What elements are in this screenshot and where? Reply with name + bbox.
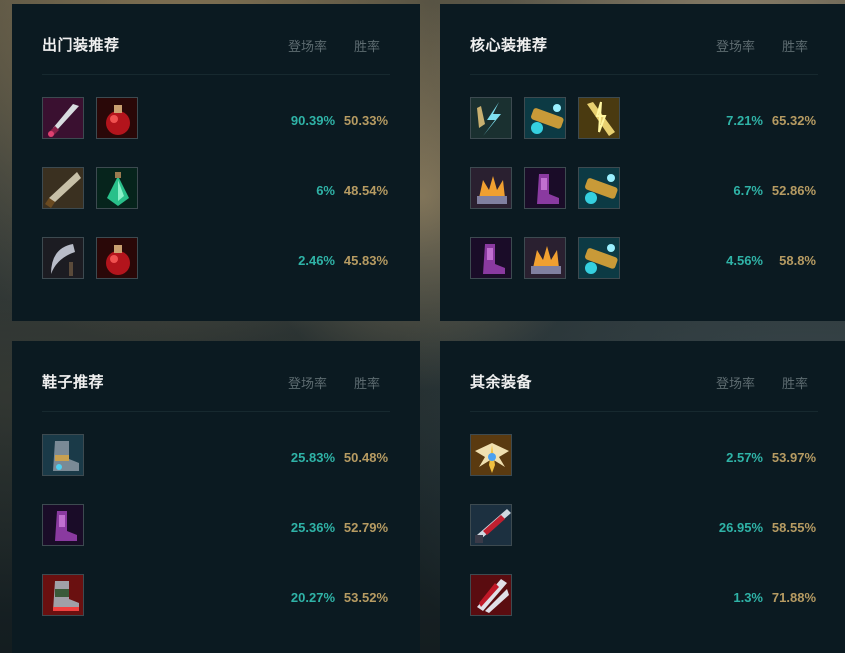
build-row[interactable]: 4.56% 58.8% [470,237,818,281]
win-rate-header: 胜率 [781,39,808,54]
core-items-panel: 核心装推荐 登场率 胜率 7.21% 65.32% 6.7% 52.86% 4.… [440,4,845,321]
win-rate-header: 胜率 [353,376,380,391]
panel-header: 鞋子推荐 登场率 胜率 [42,341,390,412]
pick-rate: 6% [316,183,335,198]
win-rate: 52.79% [343,520,388,535]
pick-rate: 90.39% [290,113,335,128]
win-rate: 65.32% [771,113,816,128]
cannon-icon[interactable] [578,167,620,209]
build-row[interactable]: 2.57% 53.97% [470,434,818,478]
boots-panel: 鞋子推荐 登场率 胜率 25.83% 50.48% 25.36% 52.79% … [12,341,420,653]
purple-boots-icon[interactable] [42,504,84,546]
health-potion-icon[interactable] [96,237,138,279]
win-rate: 53.97% [771,450,816,465]
win-rate: 45.83% [343,253,388,268]
win-rate: 53.52% [343,590,388,605]
win-rate: 71.88% [771,590,816,605]
pick-rate: 20.27% [290,590,335,605]
pick-rate-header: 登场率 [715,39,755,54]
win-rate: 58.55% [771,520,816,535]
pick-rate: 26.95% [718,520,763,535]
pick-rate: 6.7% [733,183,763,198]
cannon-icon[interactable] [578,237,620,279]
win-rate: 48.54% [343,183,388,198]
pick-rate: 2.46% [298,253,335,268]
purple-boots-icon[interactable] [524,167,566,209]
panel-header: 核心装推荐 登场率 胜率 [470,4,818,75]
win-rate: 58.8% [779,253,816,268]
broadsword-icon[interactable] [42,167,84,209]
build-row[interactable]: 6.7% 52.86% [470,167,818,211]
pick-rate: 7.21% [726,113,763,128]
pick-rate: 4.56% [726,253,763,268]
health-potion-icon[interactable] [96,97,138,139]
dagger-icon[interactable] [42,97,84,139]
pick-rate-header: 登场率 [715,376,755,391]
pick-rate-header: 登场率 [287,39,327,54]
panel-title: 鞋子推荐 [42,374,105,391]
starter-items-panel: 出门装推荐 登场率 胜率 90.39% 50.33% 6% 48.54% 2.4… [12,4,420,321]
build-row[interactable]: 20.27% 53.52% [42,574,390,618]
striped-claw-icon[interactable] [470,574,512,616]
build-row[interactable]: 26.95% 58.55% [470,504,818,548]
refillable-potion-icon[interactable] [96,167,138,209]
lightning-claw-icon[interactable] [470,97,512,139]
panel-title: 出门装推荐 [42,37,120,54]
pick-rate: 25.83% [290,450,335,465]
other-items-panel: 其余装备 登场率 胜率 2.57% 53.97% 26.95% 58.55% 1… [440,341,845,653]
pick-rate: 25.36% [290,520,335,535]
armored-boots-icon[interactable] [42,434,84,476]
panel-header: 其余装备 登场率 胜率 [470,341,818,412]
panel-title: 核心装推荐 [470,37,548,54]
purple-boots-icon[interactable] [470,237,512,279]
flame-crown-icon[interactable] [470,167,512,209]
build-row[interactable]: 25.36% 52.79% [42,504,390,548]
build-row[interactable]: 2.46% 45.83% [42,237,390,281]
red-boots-icon[interactable] [42,574,84,616]
win-rate-header: 胜率 [781,376,808,391]
win-rate: 50.48% [343,450,388,465]
win-rate-header: 胜率 [353,39,380,54]
flame-crown-icon[interactable] [524,237,566,279]
build-row[interactable]: 6% 48.54% [42,167,390,211]
red-blade-icon[interactable] [470,504,512,546]
win-rate: 50.33% [343,113,388,128]
build-row[interactable]: 25.83% 50.48% [42,434,390,478]
pick-rate: 1.3% [733,590,763,605]
cannon-icon[interactable] [524,97,566,139]
build-row[interactable]: 1.3% 71.88% [470,574,818,618]
panel-title: 其余装备 [470,374,533,391]
pick-rate: 2.57% [726,450,763,465]
sickle-icon[interactable] [42,237,84,279]
build-row[interactable]: 90.39% 50.33% [42,97,390,141]
angel-wings-icon[interactable] [470,434,512,476]
zap-blade-icon[interactable] [578,97,620,139]
panel-header: 出门装推荐 登场率 胜率 [42,4,390,75]
win-rate: 52.86% [771,183,816,198]
build-row[interactable]: 7.21% 65.32% [470,97,818,141]
pick-rate-header: 登场率 [287,376,327,391]
